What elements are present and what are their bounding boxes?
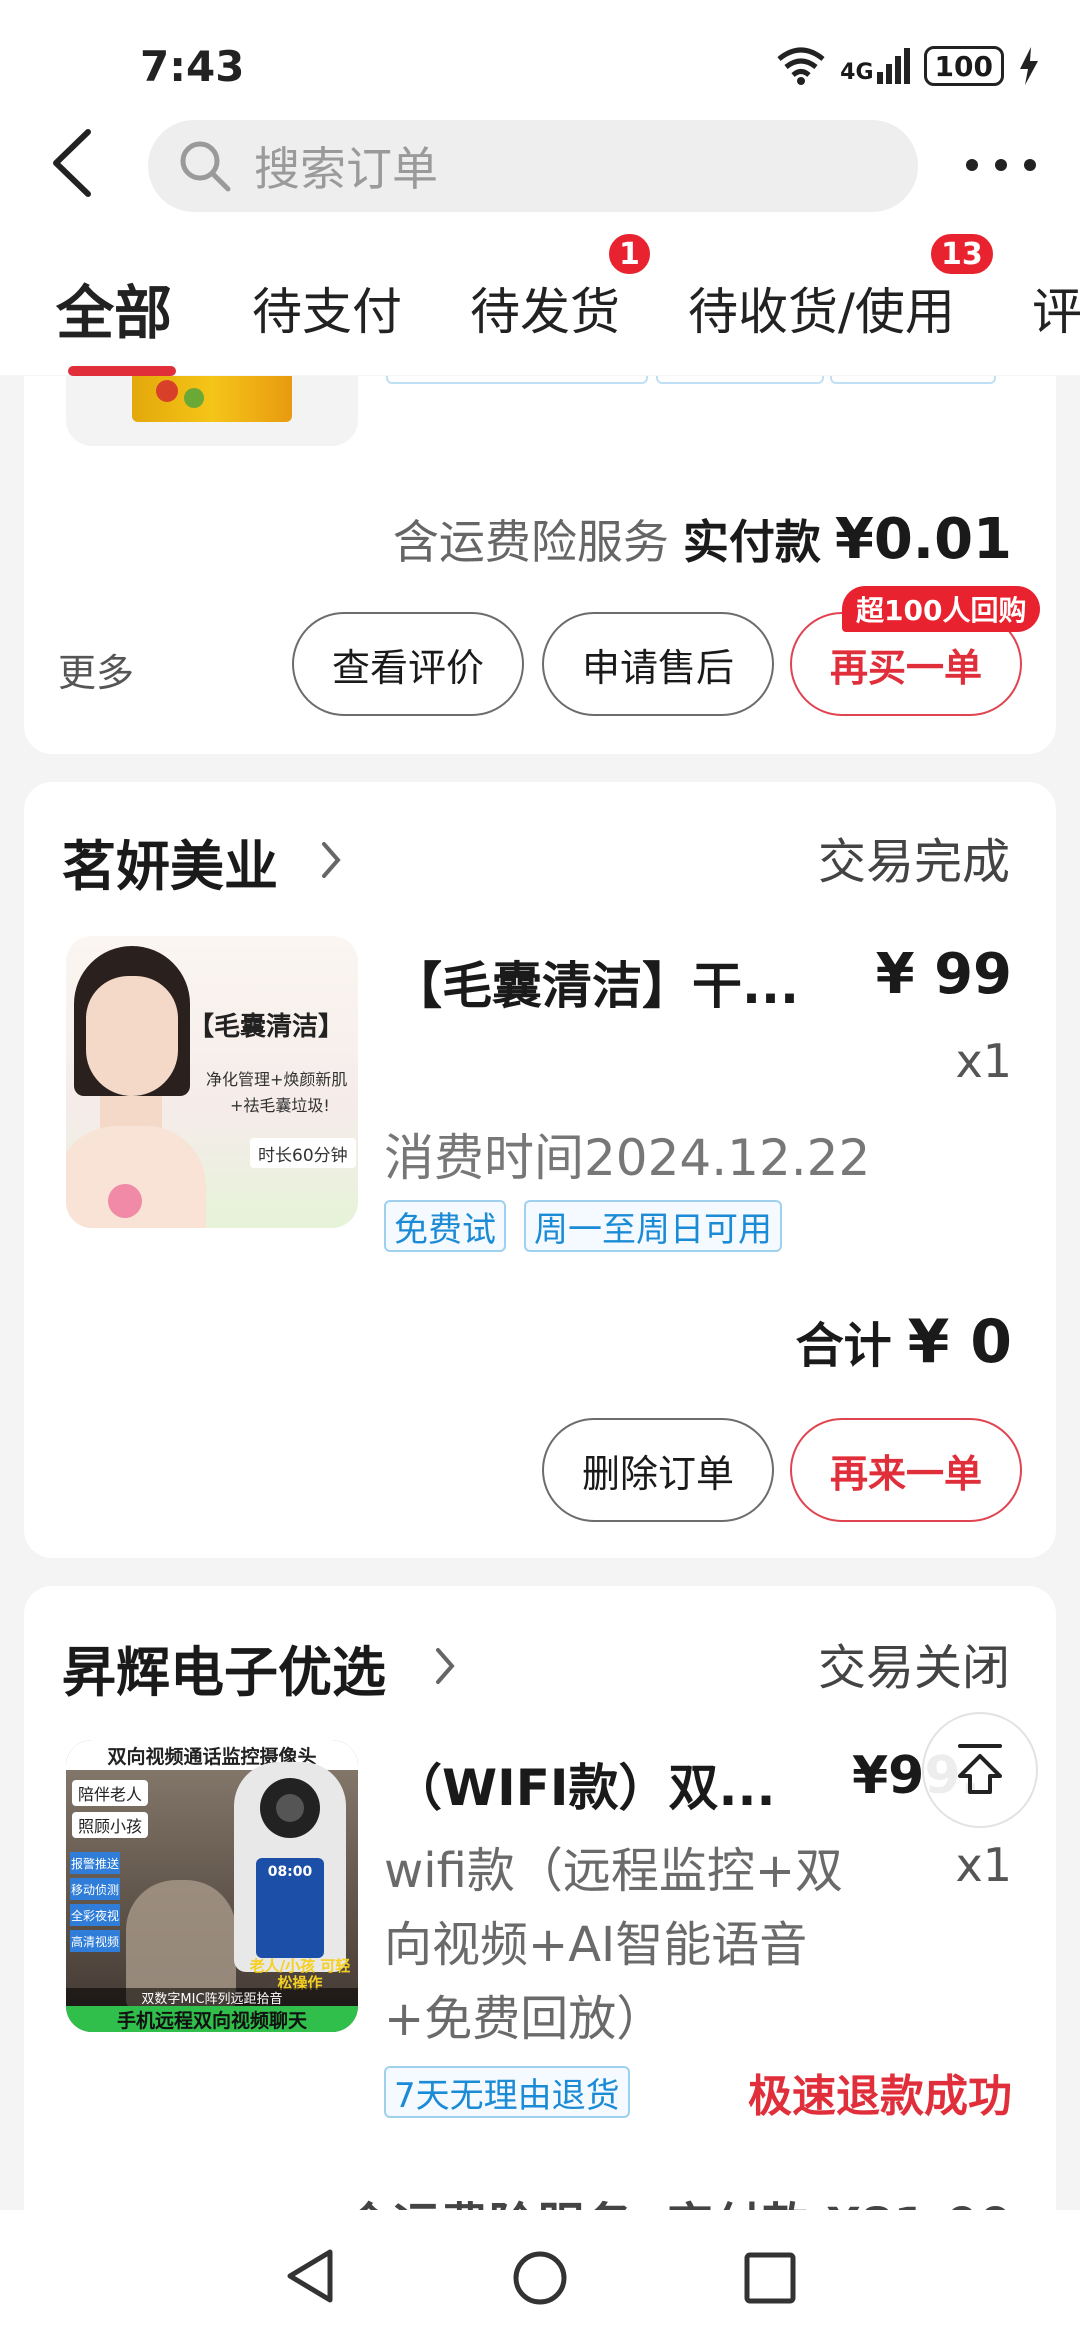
nav-home-icon[interactable] [510, 2248, 570, 2308]
active-tab-indicator [68, 366, 176, 376]
product-tag: 7天无理由退货 [384, 2066, 630, 2118]
feature-chip: 全彩夜视 [70, 1904, 120, 1926]
battery-indicator: 100 [923, 46, 1004, 86]
repurchase-badge: 超100人回购 [842, 586, 1041, 632]
arrow-up-icon [958, 1744, 1002, 1794]
product-image[interactable]: 双向视频通话监控摄像头 陪伴老人 照顾小孩 报警推送 移动侦测 全彩夜视 高清视… [66, 1740, 358, 2032]
nav-recents-icon[interactable] [742, 2250, 798, 2306]
order-status: 交易完成 [817, 834, 1010, 890]
search-input[interactable]: 搜索订单 [148, 120, 918, 212]
spec-line: wifi款（远程监控+双 [384, 1843, 844, 1899]
screen-time: 08:00 [267, 1864, 313, 1880]
product-price: ¥ 99 [875, 942, 1012, 1007]
shop-name[interactable]: 昇辉电子优选 [62, 1628, 386, 1707]
tab-review[interactable]: 评 [1032, 272, 1080, 344]
tab-all[interactable]: 全部 [56, 266, 172, 350]
battery-level: 100 [934, 49, 993, 83]
order-again-button[interactable]: 再来一单 [790, 1418, 1022, 1522]
order-total: 合计 ¥ 0 [796, 1306, 1012, 1377]
shipping-insurance-label: 含运费险服务 [392, 515, 669, 569]
product-spec: wifi款（远程监控+双 向视频+AI智能语音 +免费回放） [384, 1834, 843, 2056]
charging-icon [1020, 47, 1038, 85]
refund-status: 极速退款成功 [748, 2071, 1012, 2122]
product-quantity: x1 [955, 1034, 1013, 1088]
chevron-right-icon[interactable] [318, 838, 344, 882]
tab-pending-shipment[interactable]: 待发货 [470, 272, 620, 344]
chevron-left-icon [53, 129, 91, 197]
feature-chip: 移动侦测 [70, 1878, 120, 1900]
image-chip: 照顾小孩 [72, 1812, 149, 1838]
product-tag [656, 376, 824, 384]
image-bottom-banner: 手机远程双向视频聊天 [66, 2006, 358, 2032]
dot-icon [1024, 159, 1036, 171]
scroll-to-top-button[interactable] [922, 1712, 1038, 1828]
more-options-button[interactable] [966, 140, 1036, 190]
total-label: 合计 [795, 1318, 892, 1374]
paid-amount: ¥0.01 [834, 507, 1012, 572]
status-time: 7:43 [140, 42, 245, 91]
product-title[interactable]: 【毛囊清洁】干... [392, 946, 799, 1018]
product-tag [386, 376, 648, 384]
total-amount: ¥ 0 [907, 1307, 1012, 1377]
wifi-icon [777, 47, 825, 85]
shop-name[interactable]: 茗妍美业 [62, 822, 278, 901]
view-review-button[interactable]: 查看评价 [292, 612, 524, 716]
image-chip: 陪伴老人 [72, 1780, 149, 1806]
status-icons: 4G 100 [776, 46, 1040, 86]
image-caption: 老人/小孩 可轻松操作 [249, 1957, 351, 1992]
feature-chip: 报警推送 [70, 1852, 120, 1874]
product-tag: 周一至周日可用 [524, 1200, 782, 1252]
image-heading: 【毛囊清洁】 [188, 1012, 345, 1042]
more-link[interactable]: 更多 [58, 642, 134, 697]
dot-icon [966, 159, 978, 171]
delete-order-button[interactable]: 删除订单 [542, 1418, 774, 1522]
back-button[interactable] [50, 128, 110, 208]
model-portrait [66, 946, 206, 1228]
paid-label: 实付款 [682, 515, 821, 569]
product-thumbnail [66, 376, 358, 446]
feature-chip: 高清视频 [70, 1930, 120, 1952]
image-mic-text: 双数字MIC阵列远距拾音 [66, 1988, 358, 2007]
order-payment-summary: 含运费险服务 实付款 ¥0.01 [393, 506, 1012, 572]
tab-pending-receipt[interactable]: 待收货/使用 [688, 272, 955, 344]
dot-icon [995, 159, 1007, 171]
product-image[interactable]: 【毛囊清洁】 净化管理+焕颜新肌 +祛毛囊垃圾! 时长60分钟 [66, 936, 358, 1228]
pending-receipt-badge: 13 [928, 231, 996, 277]
spec-line: +免费回放） [384, 1991, 665, 2047]
product-title[interactable]: （WIFI款）双... [392, 1748, 776, 1820]
network-type: 4G [840, 60, 874, 85]
image-duration: 时长60分钟 [250, 1138, 356, 1168]
product-tag [830, 376, 996, 384]
pending-shipment-badge: 1 [606, 231, 653, 277]
request-after-sale-button[interactable]: 申请售后 [542, 612, 774, 716]
product-quantity: x1 [955, 1838, 1013, 1892]
order-status: 交易关闭 [817, 1640, 1010, 1696]
camera-device: 08:00 [234, 1762, 346, 1972]
image-line: +祛毛囊垃圾! [230, 1096, 330, 1115]
search-placeholder: 搜索订单 [254, 142, 438, 196]
tab-pending-payment[interactable]: 待支付 [252, 272, 402, 344]
nav-back-icon[interactable] [282, 2246, 338, 2306]
image-line: 净化管理+焕颜新肌 [206, 1070, 348, 1089]
product-tag: 免费试 [384, 1200, 506, 1252]
chevron-right-icon[interactable] [432, 1644, 458, 1688]
consume-time: 消费时间2024.12.22 [384, 1129, 871, 1187]
search-icon [180, 141, 231, 192]
spec-line: 向视频+AI智能语音 [384, 1917, 808, 1973]
cellular-signal-icon: 4G [840, 48, 910, 85]
